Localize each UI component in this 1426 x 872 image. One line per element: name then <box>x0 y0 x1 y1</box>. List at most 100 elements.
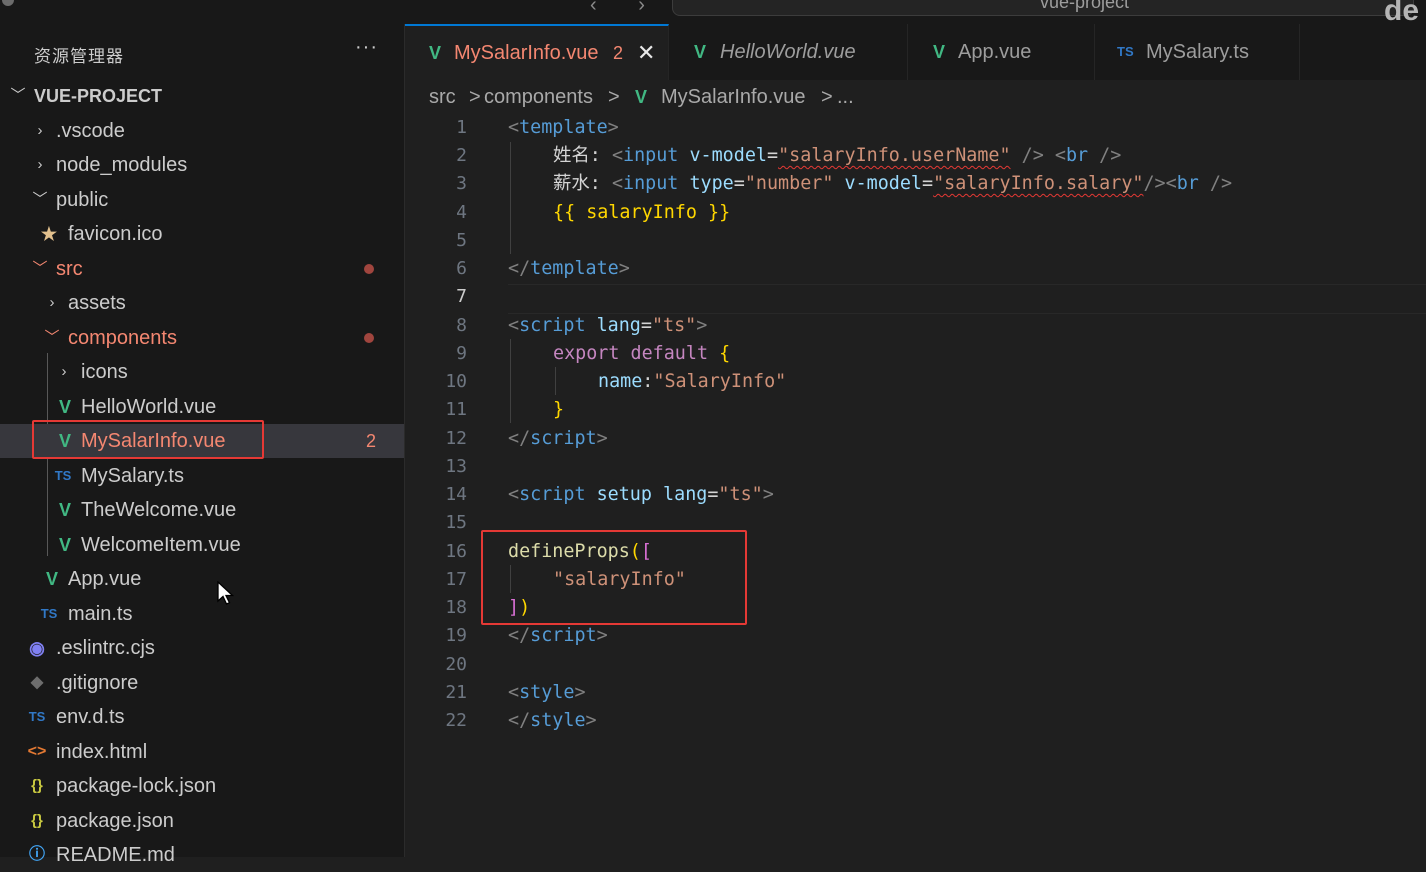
tree-item-components[interactable]: ﹀ components <box>0 321 404 355</box>
tree-item-label: index.html <box>56 741 148 763</box>
tree-item-helloworld[interactable]: V HelloWorld.vue <box>0 390 404 424</box>
highlight-annotation <box>481 530 747 625</box>
explorer-sidebar: 资源管理器 ··· ﹀ VUE-PROJECT › .vscode › node… <box>0 24 405 866</box>
title-bar: ‹ › vue-project de <box>0 0 1426 27</box>
line-number: 1 <box>456 117 467 138</box>
indent-guide <box>555 367 556 395</box>
tree-item-favicon[interactable]: ★ favicon.ico <box>0 217 404 251</box>
line-number: 20 <box>445 654 467 675</box>
tree-item-label: package.json <box>56 810 174 832</box>
navigation-arrows[interactable]: ‹ › <box>590 0 663 17</box>
json-icon: {} <box>31 777 43 794</box>
tree-item-label: HelloWorld.vue <box>81 396 217 418</box>
line-number: 10 <box>445 371 467 392</box>
tab-mysalary-ts[interactable]: TS MySalary.ts <box>1095 24 1300 80</box>
current-line-highlight <box>508 284 1426 314</box>
tree-item-label: icons <box>81 361 128 383</box>
tree-item-welcomeitem[interactable]: V WelcomeItem.vue <box>0 528 404 562</box>
code-line: } <box>553 399 565 420</box>
tree-item-label: .vscode <box>56 120 125 142</box>
html-icon: <> <box>27 743 47 760</box>
window-control-icon[interactable] <box>2 0 14 6</box>
code-line: </script> <box>508 625 608 646</box>
tab-helloworld[interactable]: V HelloWorld.vue <box>669 24 908 80</box>
breadcrumb-separator: > <box>821 86 833 108</box>
more-actions-icon[interactable]: ··· <box>355 36 378 59</box>
tree-item-thewelcome[interactable]: V TheWelcome.vue <box>0 493 404 527</box>
vue-icon: V <box>58 397 71 417</box>
tree-item-gitignore[interactable]: ◆ .gitignore <box>0 666 404 700</box>
tab-app-vue[interactable]: V App.vue <box>908 24 1095 80</box>
code-editor[interactable]: 1 2 3 4 5 6 7 8 9 10 11 12 13 14 15 16 1… <box>405 114 1426 857</box>
indent-guide <box>510 339 511 423</box>
highlight-annotation <box>32 420 264 459</box>
tab-label: HelloWorld.vue <box>720 41 856 63</box>
eslint-icon: ◉ <box>29 638 45 658</box>
line-number: 18 <box>445 597 467 618</box>
tree-item-label: TheWelcome.vue <box>81 499 237 521</box>
tree-item-label: package-lock.json <box>56 775 217 797</box>
tree-item-env-d-ts[interactable]: TS env.d.ts <box>0 700 404 734</box>
info-icon: ⓘ <box>28 846 45 863</box>
breadcrumb-item[interactable]: ... <box>837 80 854 114</box>
line-number: 4 <box>456 202 467 223</box>
line-number: 7 <box>456 286 467 307</box>
tree-item-label: node_modules <box>56 154 188 176</box>
tree-item-label: components <box>68 327 177 349</box>
chevron-right-icon: › <box>49 294 55 311</box>
tree-item-label: .gitignore <box>56 672 139 694</box>
line-number: 9 <box>456 343 467 364</box>
tree-item-package-lock[interactable]: {} package-lock.json <box>0 769 404 803</box>
code-line: </script> <box>508 428 608 449</box>
breadcrumb-item[interactable]: components <box>484 80 593 114</box>
breadcrumb-item[interactable]: src <box>429 80 456 114</box>
close-icon[interactable]: ✕ <box>637 26 655 80</box>
code-line: <script setup lang="ts"> <box>508 484 774 505</box>
chevron-down-icon: ﹀ <box>32 260 48 277</box>
tree-item-app-vue[interactable]: V App.vue <box>0 562 404 596</box>
tree-item-index-html[interactable]: <> index.html <box>0 735 404 769</box>
editor-tabs: V MySalarInfo.vue 2 ✕ V HelloWorld.vue V… <box>405 24 1426 80</box>
line-number: 16 <box>445 541 467 562</box>
tree-item-eslintrc[interactable]: ◉ .eslintrc.cjs <box>0 631 404 665</box>
breadcrumb-separator: > <box>469 86 481 108</box>
tab-label: MySalary.ts <box>1146 41 1249 63</box>
tree-item-public[interactable]: ﹀ public <box>0 183 404 217</box>
vue-icon: V <box>694 42 707 62</box>
tree-item-vscode[interactable]: › .vscode <box>0 114 404 148</box>
tree-item-main-ts[interactable]: TS main.ts <box>0 597 404 631</box>
tree-item-label: favicon.ico <box>68 223 163 245</box>
code-line: </template> <box>508 258 630 279</box>
line-number: 6 <box>456 258 467 279</box>
tree-item-readme[interactable]: ⓘ README.md <box>0 838 404 872</box>
chevron-down-icon: ﹀ <box>44 329 60 346</box>
command-center-label[interactable]: vue-project <box>1040 0 1129 13</box>
chevron-right-icon: › <box>37 122 43 139</box>
modified-indicator <box>364 333 374 343</box>
tree-item-label: main.ts <box>68 603 133 625</box>
tree-item-assets[interactable]: › assets <box>0 286 404 320</box>
json-icon: {} <box>31 812 43 829</box>
vue-icon: V <box>635 87 648 107</box>
code-line: 薪水: <input type="number" v-model="salary… <box>553 173 1233 194</box>
modified-indicator <box>364 264 374 274</box>
tab-mysalarinfo[interactable]: V MySalarInfo.vue 2 ✕ <box>405 24 669 80</box>
tree-item-icons[interactable]: › icons <box>0 355 404 389</box>
tree-item-package-json[interactable]: {} package.json <box>0 804 404 838</box>
tree-item-label: public <box>56 189 109 211</box>
tab-label: MySalarInfo.vue <box>454 42 599 64</box>
vue-icon: V <box>933 42 946 62</box>
line-number: 17 <box>445 569 467 590</box>
tree-item-label: .eslintrc.cjs <box>56 637 155 659</box>
tree-item-src[interactable]: ﹀ src <box>0 252 404 286</box>
line-number: 8 <box>456 315 467 336</box>
git-icon: ◆ <box>30 674 44 691</box>
vue-icon: V <box>429 43 442 63</box>
tree-item-mysalary-ts[interactable]: TS MySalary.ts <box>0 459 404 493</box>
breadcrumb-item[interactable]: MySalarInfo.vue <box>661 80 806 114</box>
line-number: 5 <box>456 230 467 251</box>
ts-icon: TS <box>28 709 46 724</box>
tree-item-node-modules[interactable]: › node_modules <box>0 148 404 182</box>
line-number: 2 <box>456 145 467 166</box>
project-root[interactable]: ﹀ VUE-PROJECT <box>0 79 404 113</box>
